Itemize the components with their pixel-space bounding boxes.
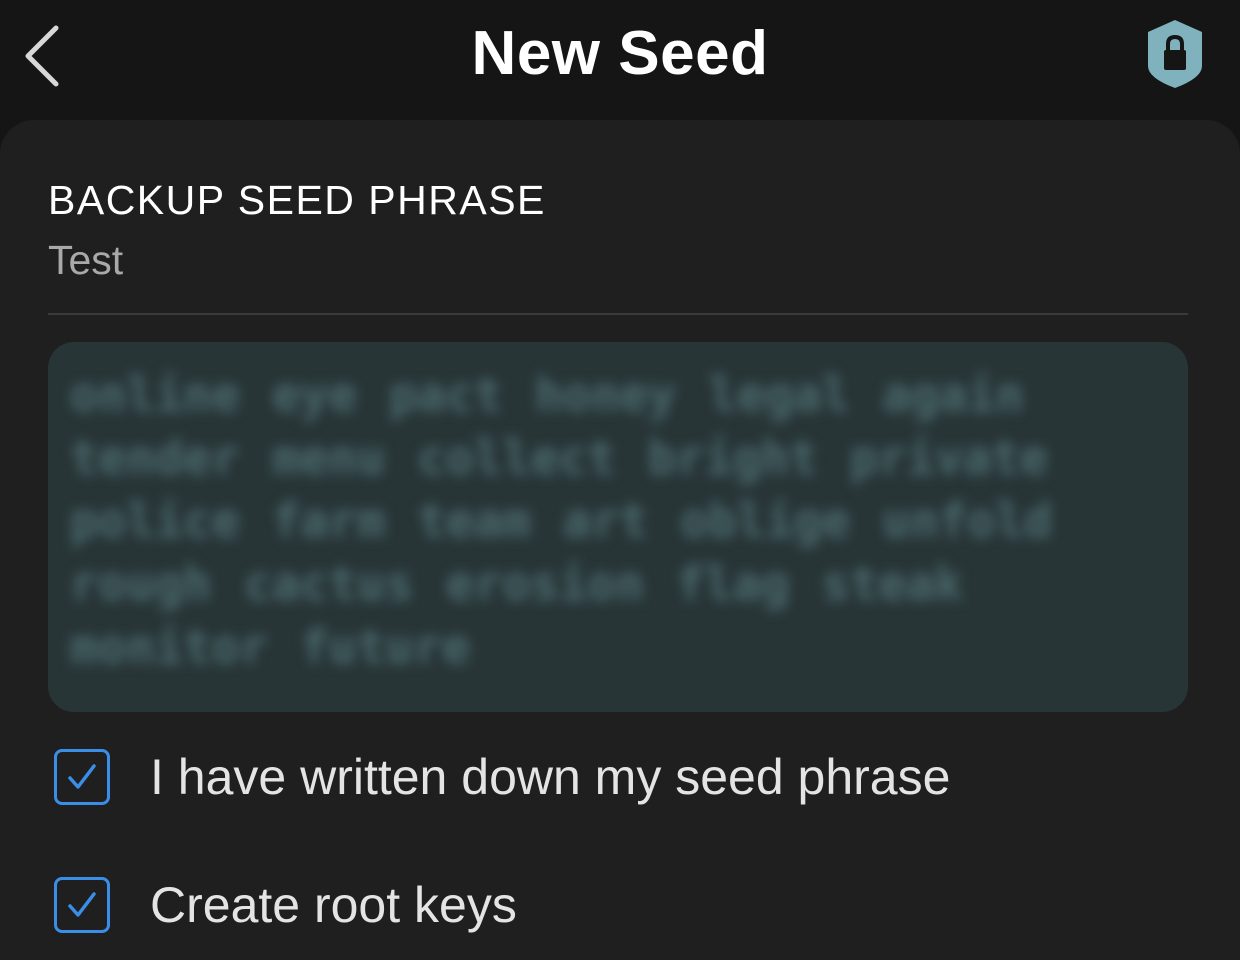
root-keys-label: Create root keys — [150, 877, 517, 933]
divider — [48, 313, 1188, 315]
page-title: New Seed — [471, 19, 769, 88]
top-bar: New Seed — [0, 0, 1240, 118]
seed-phrase-box[interactable]: online eye pact honey legal again tender… — [48, 342, 1188, 712]
checkmark-icon — [68, 764, 96, 789]
root-keys-checkbox[interactable] — [54, 877, 110, 933]
section-label: BACKUP SEED PHRASE — [48, 177, 546, 223]
written-down-checkbox-row[interactable]: I have written down my seed phrase — [54, 745, 950, 809]
security-status-button[interactable] — [1140, 16, 1210, 92]
new-seed-screen: New Seed BACKUP SEED PHRASE Test online … — [0, 0, 1240, 960]
root-keys-checkbox-row[interactable]: Create root keys — [54, 873, 517, 937]
written-down-label: I have written down my seed phrase — [150, 749, 951, 805]
seed-name: Test — [48, 237, 124, 283]
shield-lock-icon — [1148, 20, 1202, 88]
checkmark-icon — [68, 892, 96, 917]
written-down-checkbox[interactable] — [54, 749, 110, 805]
seed-phrase-text: online eye pact honey legal again tender… — [70, 368, 1053, 675]
